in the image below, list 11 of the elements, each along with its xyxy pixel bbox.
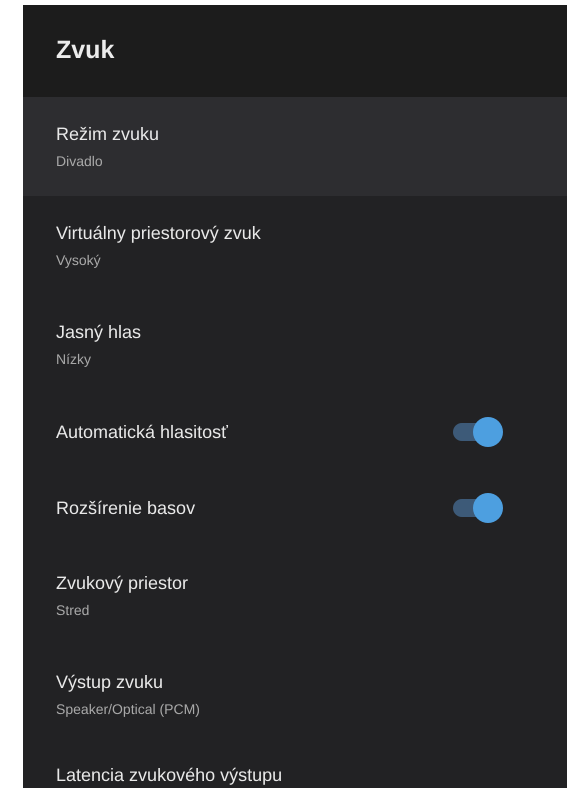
settings-item[interactable]: Režim zvuku Divadlo bbox=[23, 97, 567, 196]
settings-item[interactable]: Virtuálny priestorový zvuk Vysoký bbox=[23, 196, 567, 295]
settings-item[interactable]: Zvukový priestor Stred bbox=[23, 546, 567, 645]
settings-item[interactable]: Jasný hlas Nízky bbox=[23, 295, 567, 394]
toggle-item[interactable]: Rozšírenie basov bbox=[23, 470, 567, 546]
settings-item[interactable]: Latencia zvukového výstupu bbox=[23, 744, 567, 788]
toggle-switch[interactable] bbox=[453, 417, 503, 447]
toggle-switch[interactable] bbox=[453, 493, 503, 523]
toggle-item[interactable]: Automatická hlasitosť bbox=[23, 394, 567, 470]
settings-item[interactable]: Výstup zvuku Speaker/Optical (PCM) bbox=[23, 645, 567, 744]
page-title: Zvuk bbox=[56, 36, 114, 64]
